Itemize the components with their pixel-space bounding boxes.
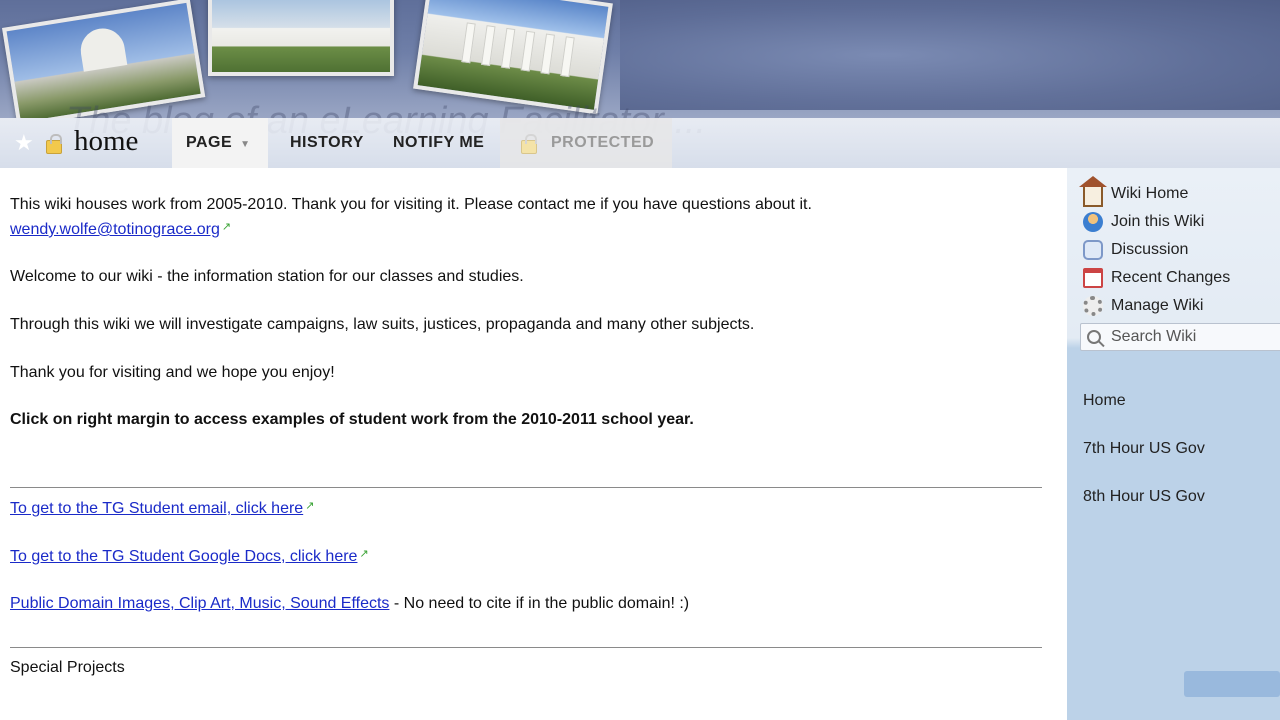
chevron-down-icon[interactable]: ▼ (240, 139, 250, 150)
search-icon (1087, 330, 1101, 344)
search-wiki-input[interactable]: Search Wiki (1080, 323, 1280, 351)
ghost-button (1184, 671, 1280, 697)
sidebar-item-join[interactable]: Join this Wiki (1083, 210, 1204, 234)
sidebar-item-discussion[interactable]: Discussion (1083, 238, 1188, 262)
link-line: To get to the TG Student Google Docs, cl… (10, 547, 369, 566)
page-title: home (74, 125, 139, 157)
intro-text: This wiki houses work from 2005-2010. Th… (10, 196, 812, 213)
public-domain-link[interactable]: Public Domain Images, Clip Art, Music, S… (10, 595, 389, 612)
tab-page[interactable]: PAGE ▼ (172, 118, 268, 168)
divider (10, 487, 1042, 488)
email-link[interactable]: wendy.wolfe@totinograce.org (10, 221, 220, 238)
student-work-note: Click on right margin to access examples… (10, 411, 694, 428)
nav-link-home[interactable]: Home (1083, 392, 1126, 410)
calendar-icon (1083, 268, 1103, 288)
tab-history[interactable]: HISTORY (290, 118, 364, 168)
student-email-link[interactable]: To get to the TG Student email, click he… (10, 500, 303, 517)
link-line: To get to the TG Student email, click he… (10, 499, 314, 518)
user-icon (1083, 212, 1103, 232)
supreme-court-photo (413, 0, 613, 115)
sidebar-item-wiki-home[interactable]: Wiki Home (1079, 176, 1188, 207)
external-link-icon: ↗ (305, 500, 315, 512)
banner-sky-background (620, 0, 1280, 110)
nav-link-8th-hour[interactable]: 8th Hour US Gov (1083, 488, 1205, 506)
thanks-text: Thank you for visiting and we hope you e… (10, 364, 335, 381)
speech-bubble-icon (1083, 240, 1103, 260)
white-house-photo (208, 0, 394, 76)
home-icon (1079, 176, 1107, 207)
link-line: Public Domain Images, Clip Art, Music, S… (10, 595, 689, 613)
page-content: This wiki houses work from 2005-2010. Th… (0, 168, 1067, 720)
email-line: wendy.wolfe@totinograce.org ↗ (10, 220, 231, 239)
lock-icon (46, 134, 62, 154)
investigate-text: Through this wiki we will investigate ca… (10, 316, 755, 333)
sidebar-item-manage-wiki[interactable]: Manage Wiki (1083, 294, 1203, 318)
external-link-icon: ↗ (221, 221, 232, 233)
sidebar-item-recent-changes[interactable]: Recent Changes (1083, 266, 1230, 290)
tab-notify-me[interactable]: NOTIFY ME (393, 118, 484, 168)
external-link-icon: ↗ (359, 548, 369, 560)
protected-lock-icon (521, 134, 537, 154)
welcome-text: Welcome to our wiki - the information st… (10, 268, 524, 285)
divider (10, 647, 1042, 648)
google-docs-link[interactable]: To get to the TG Student Google Docs, cl… (10, 548, 357, 565)
star-icon[interactable]: ★ (14, 130, 34, 156)
special-projects-heading: Special Projects (10, 659, 125, 676)
gear-icon (1083, 296, 1103, 316)
public-domain-note: - No need to cite if in the public domai… (389, 595, 690, 612)
nav-link-7th-hour[interactable]: 7th Hour US Gov (1083, 440, 1205, 458)
